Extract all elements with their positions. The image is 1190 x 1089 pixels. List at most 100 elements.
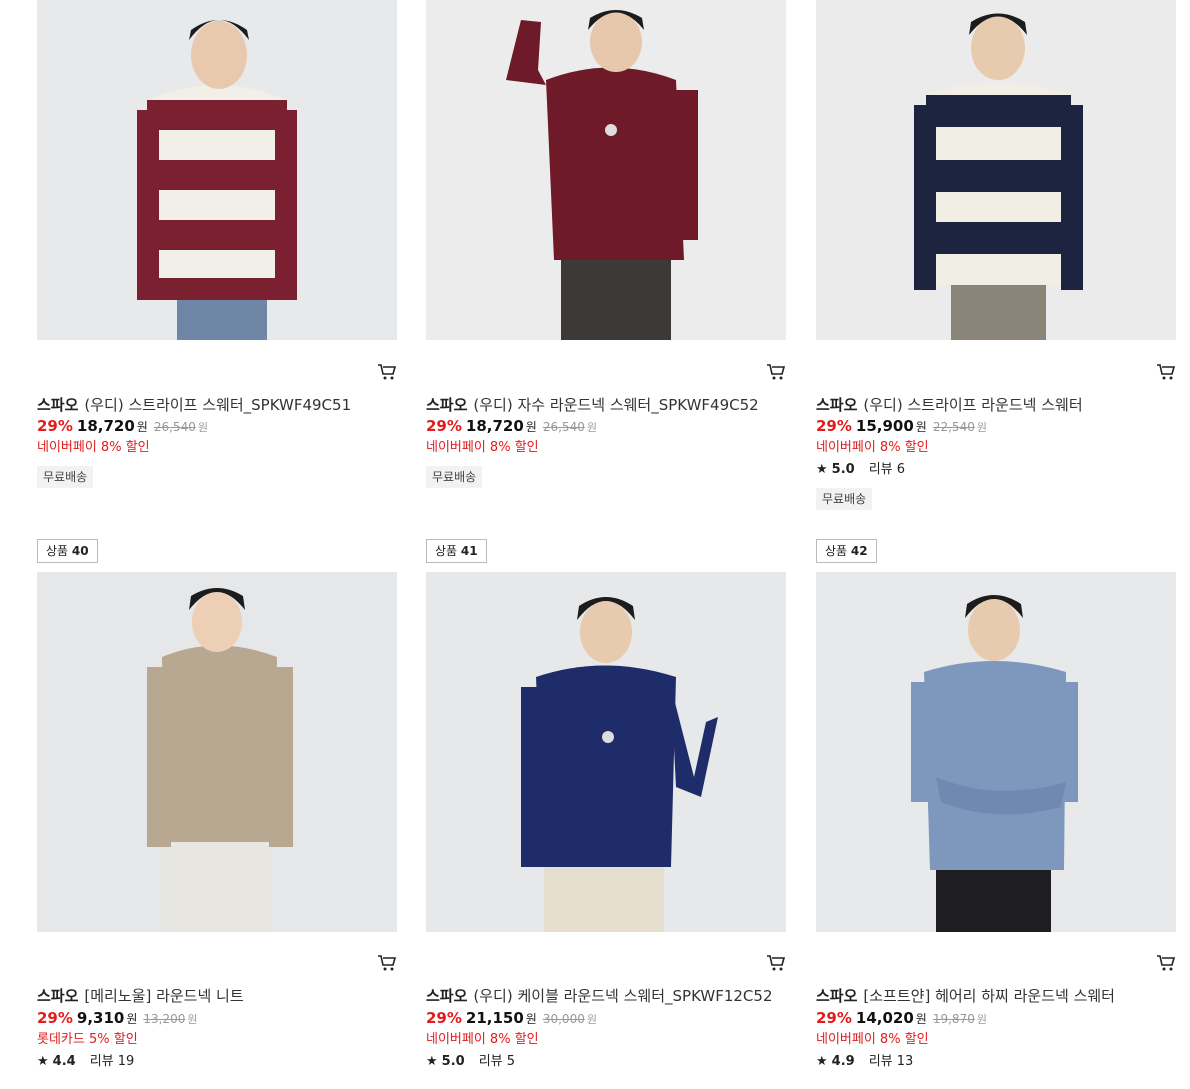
original-currency-unit: 원	[197, 421, 208, 434]
original-price: 26,540	[153, 420, 196, 434]
original-currency-unit: 원	[586, 421, 597, 434]
product-image[interactable]	[816, 572, 1176, 932]
currency-unit: 원	[126, 1012, 138, 1026]
original-price: 30,000	[542, 1012, 585, 1026]
rating-row: ★ 5.0 리뷰 5	[426, 1050, 515, 1069]
cart-icon	[378, 955, 397, 971]
product-name: (우디) 자수 라운드넥 스웨터_SPKWF49C52	[473, 396, 759, 414]
original-currency-unit: 원	[187, 1013, 198, 1026]
review-count: 리뷰 5	[478, 1054, 516, 1069]
original-price: 19,870	[932, 1012, 975, 1026]
star-icon: ★	[426, 1054, 438, 1069]
price-row: 29% 18,720 원 26,540 원	[426, 417, 597, 435]
review-count: 리뷰 13	[868, 1054, 914, 1069]
sale-price: 18,720	[465, 417, 524, 435]
promo-text: 네이버페이 8% 할인	[426, 440, 539, 455]
discount-rate: 29%	[816, 1009, 852, 1027]
currency-unit: 원	[525, 420, 537, 434]
add-to-cart-button[interactable]	[1156, 953, 1176, 973]
promo-text: 네이버페이 8% 할인	[816, 440, 929, 455]
rating-row: ★ 4.4 리뷰 19	[37, 1050, 134, 1069]
cart-icon	[378, 364, 397, 380]
discount-rate: 29%	[37, 417, 73, 435]
currency-unit: 원	[136, 420, 148, 434]
product-number-badge: 상품 41	[426, 539, 487, 563]
product-number-badge: 상품 42	[816, 539, 877, 563]
cart-icon	[767, 364, 786, 380]
product-title[interactable]: 스파오 (우디) 스트라이프 스웨터_SPKWF49C51	[37, 394, 351, 415]
sale-price: 9,310	[76, 1009, 125, 1027]
product-title[interactable]: 스파오 (우디) 스트라이프 라운드넥 스웨터	[816, 394, 1083, 415]
add-to-cart-button[interactable]	[377, 953, 397, 973]
sale-price: 14,020	[855, 1009, 914, 1027]
price-row: 29% 21,150 원 30,000 원	[426, 1009, 597, 1027]
product-name: [메리노울] 라운드넥 니트	[84, 987, 244, 1005]
star-icon: ★	[37, 1054, 49, 1069]
product-number-badge: 상품 40	[37, 539, 98, 563]
shipping-badge: 무료배송	[37, 466, 94, 488]
product-image[interactable]	[816, 0, 1176, 340]
add-to-cart-button[interactable]	[1156, 362, 1176, 382]
review-count: 리뷰 6	[868, 462, 906, 477]
product-name: [소프트얀] 헤어리 하찌 라운드넥 스웨터	[863, 987, 1115, 1005]
brand-name: 스파오	[816, 987, 858, 1005]
product-title[interactable]: 스파오 (우디) 케이블 라운드넥 스웨터_SPKWF12C52	[426, 985, 773, 1006]
discount-rate: 29%	[37, 1009, 73, 1027]
rating-score: 4.4	[52, 1054, 76, 1069]
brand-name: 스파오	[816, 396, 858, 414]
price-row: 29% 15,900 원 22,540 원	[816, 417, 987, 435]
cart-icon	[1157, 364, 1176, 380]
promo-text: 네이버페이 8% 할인	[37, 440, 150, 455]
rating-score: 5.0	[831, 462, 855, 477]
rating-score: 5.0	[441, 1054, 465, 1069]
original-currency-unit: 원	[586, 1013, 597, 1026]
brand-name: 스파오	[426, 987, 468, 1005]
original-currency-unit: 원	[976, 421, 987, 434]
discount-rate: 29%	[426, 1009, 462, 1027]
rating-score: 4.9	[831, 1054, 855, 1069]
sale-price: 21,150	[465, 1009, 524, 1027]
rating-row: ★ 5.0 리뷰 6	[816, 458, 905, 477]
original-price: 13,200	[143, 1012, 186, 1026]
discount-rate: 29%	[426, 417, 462, 435]
promo-text: 네이버페이 8% 할인	[816, 1032, 929, 1047]
star-icon: ★	[816, 462, 828, 477]
brand-name: 스파오	[37, 396, 79, 414]
brand-name: 스파오	[37, 987, 79, 1005]
price-row: 29% 9,310 원 13,200 원	[37, 1009, 198, 1027]
original-currency-unit: 원	[976, 1013, 987, 1026]
cart-icon	[767, 955, 786, 971]
product-name: (우디) 스트라이프 라운드넥 스웨터	[863, 396, 1083, 414]
product-title[interactable]: 스파오 (우디) 자수 라운드넥 스웨터_SPKWF49C52	[426, 394, 759, 415]
shipping-badge: 무료배송	[816, 488, 873, 510]
brand-name: 스파오	[426, 396, 468, 414]
discount-rate: 29%	[816, 417, 852, 435]
star-icon: ★	[816, 1054, 828, 1069]
review-count: 리뷰 19	[89, 1054, 135, 1069]
original-price: 22,540	[932, 420, 975, 434]
product-image[interactable]	[37, 572, 397, 932]
product-title[interactable]: 스파오 [메리노울] 라운드넥 니트	[37, 985, 244, 1006]
product-image[interactable]	[426, 572, 786, 932]
rating-row: ★ 4.9 리뷰 13	[816, 1050, 913, 1069]
currency-unit: 원	[915, 1012, 927, 1026]
promo-text: 네이버페이 8% 할인	[426, 1032, 539, 1047]
product-image[interactable]	[37, 0, 397, 340]
promo-text: 롯데카드 5% 할인	[37, 1032, 138, 1047]
add-to-cart-button[interactable]	[766, 953, 786, 973]
currency-unit: 원	[525, 1012, 537, 1026]
shipping-badge: 무료배송	[426, 466, 483, 488]
product-image[interactable]	[426, 0, 786, 340]
sale-price: 15,900	[855, 417, 914, 435]
add-to-cart-button[interactable]	[377, 362, 397, 382]
add-to-cart-button[interactable]	[766, 362, 786, 382]
price-row: 29% 14,020 원 19,870 원	[816, 1009, 987, 1027]
price-row: 29% 18,720 원 26,540 원	[37, 417, 208, 435]
original-price: 26,540	[542, 420, 585, 434]
product-name: (우디) 스트라이프 스웨터_SPKWF49C51	[84, 396, 352, 414]
sale-price: 18,720	[76, 417, 135, 435]
product-title[interactable]: 스파오 [소프트얀] 헤어리 하찌 라운드넥 스웨터	[816, 985, 1115, 1006]
product-name: (우디) 케이블 라운드넥 스웨터_SPKWF12C52	[473, 987, 773, 1005]
currency-unit: 원	[915, 420, 927, 434]
cart-icon	[1157, 955, 1176, 971]
